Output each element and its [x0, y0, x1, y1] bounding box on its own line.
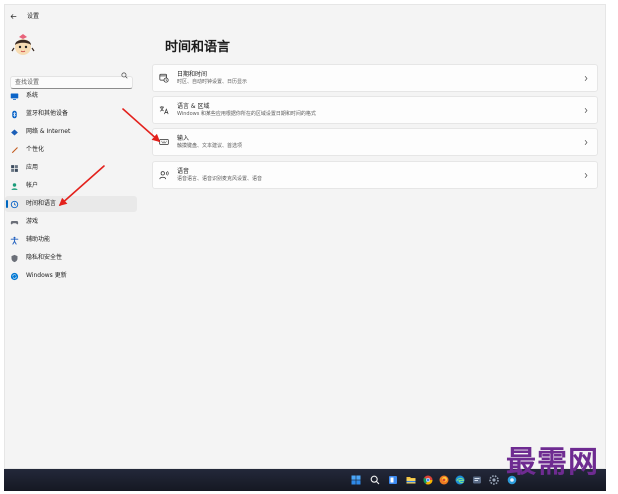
sidebar-item-personalization[interactable]: 个性化 [5, 142, 137, 158]
sidebar-item-time-language[interactable]: 时间和语言 [5, 196, 137, 212]
chevron-right-icon [584, 139, 588, 146]
bluetooth-icon [10, 110, 19, 119]
sidebar-item-label: 帐户 [26, 182, 39, 189]
sidebar-item-privacy-security[interactable]: 隐私和安全性 [5, 250, 137, 266]
card-subtitle: Windows 和某些应用根据你所在的区域设置日期和时间的格式 [177, 111, 316, 117]
page-title: 时间和语言 [165, 40, 231, 55]
avatar[interactable] [10, 32, 36, 58]
card-typing[interactable]: 输入 触摸键盘、文本建议、首选项 [152, 128, 598, 156]
monitor-icon [10, 92, 19, 101]
globe-clock-icon [10, 200, 19, 209]
brush-icon [10, 146, 19, 155]
search-box [10, 69, 133, 89]
chevron-right-icon [584, 107, 588, 114]
sidebar-item-label: 网络 & Internet [26, 128, 71, 135]
sidebar-item-apps[interactable]: 应用 [5, 160, 137, 176]
chrome-icon[interactable] [423, 475, 433, 485]
back-arrow-icon [10, 13, 17, 20]
sidebar-item-network-internet[interactable]: 网络 & Internet [5, 124, 137, 140]
sidebar-item-label: 游戏 [26, 218, 39, 225]
sidebar-item-accounts[interactable]: 帐户 [5, 178, 137, 194]
card-speech[interactable]: 语音 语音语言、语音识别麦克风设置、语音 [152, 161, 598, 189]
sidebar-item-system[interactable]: 系统 [5, 88, 137, 104]
windows-update-icon [10, 272, 19, 281]
language-icon [159, 105, 169, 115]
card-subtitle: 时区、自动时钟设置、日历显示 [177, 79, 248, 85]
sidebar-item-label: 隐私和安全性 [26, 254, 63, 261]
account-icon [10, 182, 19, 191]
window-title: 设置 [27, 13, 40, 20]
card-title: 语言 & 区域 [177, 103, 210, 110]
card-language-region[interactable]: 语言 & 区域 Windows 和某些应用根据你所在的区域设置日期和时间的格式 [152, 96, 598, 124]
gamepad-icon [10, 218, 19, 227]
settings-gear-icon[interactable] [489, 475, 499, 485]
windows-start-icon[interactable] [351, 475, 361, 485]
chevron-right-icon [584, 75, 588, 82]
browser-icon[interactable] [439, 475, 449, 485]
sidebar-item-accessibility[interactable]: 辅助功能 [5, 232, 137, 248]
card-title: 输入 [177, 135, 190, 142]
calendar-clock-icon [159, 73, 169, 83]
sidebar-item-label: 辅助功能 [26, 236, 51, 243]
shield-icon [10, 254, 19, 263]
sidebar-item-gaming[interactable]: 游戏 [5, 214, 137, 230]
card-subtitle: 触摸键盘、文本建议、首选项 [177, 143, 243, 149]
sidebar-item-label: 蓝牙和其他设备 [26, 110, 69, 117]
card-date-time[interactable]: 日期和时间 时区、自动时钟设置、日历显示 [152, 64, 598, 92]
sidebar-item-label: Windows 更新 [26, 272, 67, 279]
task-view-icon[interactable] [388, 475, 398, 485]
apps-icon [10, 164, 19, 173]
app-icon[interactable] [472, 475, 482, 485]
sidebar-item-bluetooth-devices[interactable]: 蓝牙和其他设备 [5, 106, 137, 122]
sidebar-item-label: 应用 [26, 164, 39, 171]
sidebar-item-label: 时间和语言 [26, 200, 57, 207]
back-button[interactable] [9, 12, 18, 21]
network-icon [10, 128, 19, 137]
speech-icon [159, 170, 169, 180]
sidebar-item-label: 系统 [26, 92, 39, 99]
card-title: 日期和时间 [177, 71, 208, 78]
accessibility-icon [10, 236, 19, 245]
sidebar-item-windows-update[interactable]: Windows 更新 [5, 268, 137, 284]
selected-indicator [6, 200, 8, 208]
file-explorer-icon[interactable] [406, 475, 416, 485]
sidebar-item-label: 个性化 [26, 146, 45, 153]
search-icon[interactable] [121, 72, 128, 79]
edge-icon[interactable] [455, 475, 465, 485]
card-title: 语音 [177, 168, 190, 175]
card-subtitle: 语音语言、语音识别麦克风设置、语音 [177, 176, 263, 182]
search-icon[interactable] [370, 475, 380, 485]
chevron-right-icon [584, 172, 588, 179]
watermark: 最需网 [506, 445, 599, 480]
keyboard-icon [159, 137, 169, 147]
